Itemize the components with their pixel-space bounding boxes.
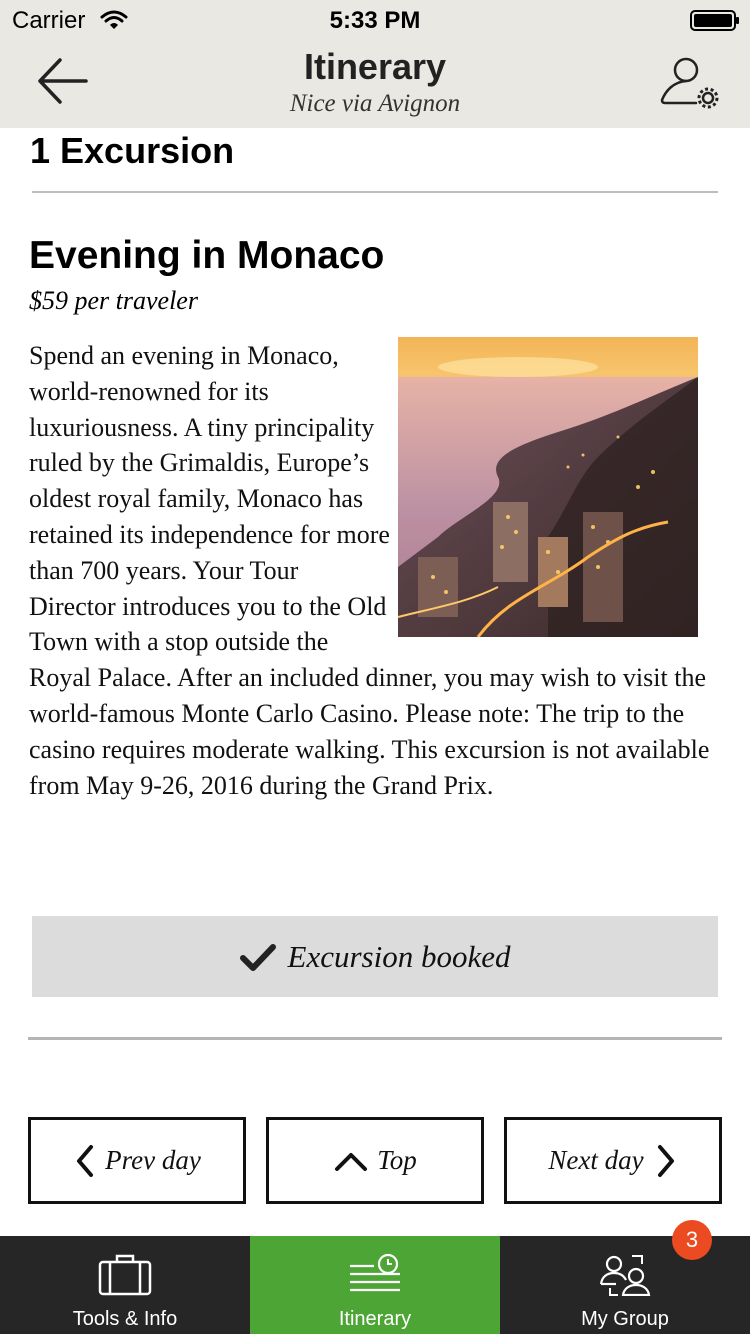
status-bar: Carrier 5:33 PM: [0, 0, 750, 40]
suitcase-icon: [98, 1254, 152, 1296]
image-spacer: [391, 338, 729, 638]
tab-tools-info-label: Tools & Info: [72, 1308, 178, 1330]
profile-settings-icon[interactable]: [656, 52, 722, 110]
tab-itinerary-label: Itinerary: [338, 1308, 412, 1330]
tab-itinerary[interactable]: Itinerary: [250, 1236, 500, 1334]
tab-my-group-label: My Group: [581, 1308, 669, 1330]
prev-day-label: Prev day: [105, 1145, 201, 1175]
tab-my-group[interactable]: My Group: [500, 1236, 750, 1334]
next-day-button[interactable]: Next day: [504, 1117, 722, 1204]
divider: [32, 191, 718, 193]
divider: [28, 1037, 722, 1040]
chevron-right-icon: [657, 1144, 674, 1177]
excursion-description: Spend an evening in Monaco, world-renown…: [29, 338, 729, 803]
chevron-left-icon: [77, 1144, 94, 1177]
battery-icon: [690, 10, 739, 31]
chevron-up-icon: [335, 1152, 368, 1171]
tab-bar: Tools & Info Itinerary My Group: [0, 1236, 750, 1334]
checkmark-icon: [239, 943, 276, 971]
booked-label: Excursion booked: [287, 938, 511, 974]
next-day-label: Next day: [548, 1145, 644, 1175]
excursion-booked-button[interactable]: Excursion booked: [32, 916, 718, 997]
top-button[interactable]: Top: [266, 1117, 484, 1204]
group-icon: [599, 1255, 651, 1296]
excursion-title: Evening in Monaco: [29, 234, 385, 277]
page-title: Itinerary: [303, 46, 447, 87]
itinerary-clock-icon: [350, 1253, 400, 1292]
prev-day-button[interactable]: Prev day: [28, 1117, 246, 1204]
notification-badge: 3: [672, 1220, 712, 1260]
excursion-price: $59 per traveler: [29, 286, 198, 315]
tab-tools-info[interactable]: Tools & Info: [0, 1236, 250, 1334]
top-label: Top: [377, 1145, 417, 1175]
section-heading: 1 Excursion: [30, 130, 235, 171]
navigation-header: Itinerary Nice via Avignon: [0, 40, 750, 128]
page-subtitle: Nice via Avignon: [289, 90, 461, 117]
status-time: 5:33 PM: [329, 7, 421, 34]
